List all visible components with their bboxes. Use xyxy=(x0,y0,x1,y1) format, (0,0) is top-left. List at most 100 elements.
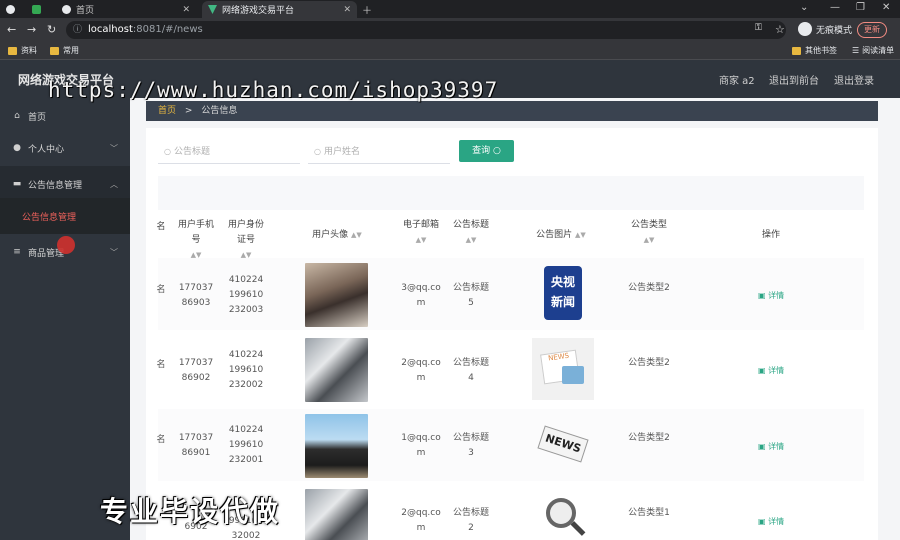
chevron-down-icon: ﹀ xyxy=(110,143,118,153)
sidebar-item-personal[interactable]: ● 个人中心 ﹀ xyxy=(0,130,130,166)
url-host: localhost xyxy=(88,24,133,35)
sort-icon[interactable]: ▲▼ xyxy=(644,236,655,244)
incognito-label: 无痕模式 xyxy=(816,25,853,36)
browser-tab-2[interactable] xyxy=(26,1,52,18)
forward-icon[interactable]: → xyxy=(27,23,36,36)
header-label: 公告图片 xyxy=(536,230,573,240)
search-placeholder: 用户姓名 xyxy=(323,147,360,157)
user-name-search-input[interactable]: ○ 用户姓名 xyxy=(308,140,450,164)
cell-email: 3@qq.com xyxy=(401,283,441,308)
detail-button[interactable]: ▣ 详情 xyxy=(758,516,784,527)
sort-icon[interactable]: ▲▼ xyxy=(466,236,477,244)
image-text: 新闻 xyxy=(550,295,575,309)
cell-phone: 17703786903 xyxy=(178,283,214,308)
restore-icon[interactable]: ❐ xyxy=(856,2,865,13)
window-close-icon[interactable]: ✕ xyxy=(882,2,890,13)
incognito-icon xyxy=(798,22,812,36)
column-header-image[interactable]: 公告图片 ▲▼ xyxy=(526,228,596,243)
detail-label: 详情 xyxy=(768,442,785,451)
browser-tabbar: 首页 ✕ 网络游戏交易平台 ✕ ＋ ⌄ — ❐ ✕ xyxy=(0,0,900,18)
info-icon: ⓘ xyxy=(73,25,83,35)
detail-icon: ▣ xyxy=(758,366,766,375)
notice-title-search-input[interactable]: ○ 公告标题 xyxy=(158,140,300,164)
cell-title: 公告标题2 xyxy=(452,508,489,533)
cursor-highlight xyxy=(57,236,75,254)
url-field[interactable]: ⓘ localhost:8081/#/news xyxy=(66,21,786,39)
bookmark-label: 其他书签 xyxy=(805,46,837,55)
new-tab-icon[interactable]: ＋ xyxy=(362,2,372,17)
query-button[interactable]: 查询 ○ xyxy=(459,140,514,162)
close-icon[interactable]: ✕ xyxy=(343,5,351,15)
bookmark-item[interactable]: 常用 xyxy=(50,45,79,56)
column-header-type[interactable]: 公告类型 ▲▼ xyxy=(624,218,674,248)
search-placeholder: 公告标题 xyxy=(173,147,210,157)
back-icon[interactable]: ← xyxy=(7,23,16,36)
column-header-title[interactable]: 公告标题 ▲▼ xyxy=(451,218,491,248)
header-label: 公告类型 xyxy=(630,220,667,230)
detail-button[interactable]: ▣ 详情 xyxy=(758,365,784,376)
search-icon: ○ xyxy=(493,146,501,156)
cell-idcard: 410224199610232001 xyxy=(228,425,264,465)
bookmark-label: 阅读清单 xyxy=(862,46,895,55)
browser-tab-active[interactable]: 网络游戏交易平台 ✕ xyxy=(202,1,357,18)
browser-tab-1[interactable] xyxy=(0,1,26,18)
header-label: 用户身份证号 xyxy=(227,220,264,245)
column-header-avatar[interactable]: 用户头像 ▲▼ xyxy=(306,228,368,243)
sort-icon[interactable]: ▲▼ xyxy=(351,231,362,239)
image-text: NEWS xyxy=(537,425,589,463)
detail-label: 详情 xyxy=(768,517,785,526)
column-header-name: 名 xyxy=(156,222,166,232)
bookmarks-bar: 资料 常用 其他书签 ☰ 阅读清单 xyxy=(0,42,900,60)
breadcrumb: 首页 > 公告信息 xyxy=(146,101,878,121)
watermark-url: https://www.huzhan.com/ishop39397 xyxy=(48,78,499,102)
column-header-phone[interactable]: 用户手机号 ▲▼ xyxy=(176,218,216,263)
chevron-down-icon[interactable]: ⌄ xyxy=(800,2,808,13)
minimize-icon[interactable]: — xyxy=(830,2,840,13)
column-header-email[interactable]: 电子邮箱 ▲▼ xyxy=(401,218,441,248)
header-label: 用户头像 xyxy=(312,230,349,240)
cell-name: 名 xyxy=(156,360,166,370)
detail-button[interactable]: ▣ 详情 xyxy=(758,441,784,452)
bookmark-item[interactable]: 其他书签 xyxy=(792,45,837,56)
bookmark-item[interactable]: 资料 xyxy=(8,45,37,56)
avatar-image xyxy=(305,263,368,327)
notice-icon: ▬ xyxy=(12,179,22,189)
incognito-indicator[interactable]: 无痕模式 xyxy=(798,22,852,36)
star-icon[interactable]: ☆ xyxy=(775,23,785,36)
browser-addressbar: ← → ↻ ⓘ localhost:8081/#/news ⚿ ☆ 无痕模式 更… xyxy=(0,18,900,42)
detail-icon: ▣ xyxy=(758,442,766,451)
cell-name: 名 xyxy=(156,435,166,445)
sidebar-item-label: 公告信息管理 xyxy=(28,180,83,191)
sidebar: ⌂ 首页 ● 个人中心 ﹀ ▬ 公告信息管理 ︿ 公告信息管理 ≡ 商品管理 ﹀ xyxy=(0,98,130,540)
vue-icon xyxy=(208,5,217,14)
list-icon: ≡ xyxy=(13,247,21,257)
cell-type: 公告类型2 xyxy=(628,433,670,443)
sort-icon[interactable]: ▲▼ xyxy=(575,231,586,239)
reading-list-icon: ☰ xyxy=(852,46,860,55)
browser-tab-home[interactable]: 首页 ✕ xyxy=(56,1,196,18)
cell-email: 2@qq.com xyxy=(401,358,441,383)
sidebar-item-notice[interactable]: ▬ 公告信息管理 ︿ xyxy=(0,166,130,202)
reload-icon[interactable]: ↻ xyxy=(47,23,56,36)
sort-icon[interactable]: ▲▼ xyxy=(416,236,427,244)
sidebar-subitem-notice-manage[interactable]: 公告信息管理 xyxy=(0,198,130,234)
column-header-idcard[interactable]: 用户身份证号 ▲▼ xyxy=(226,218,266,263)
news-illustration-image: NEWS xyxy=(532,338,594,400)
cell-name: 名 xyxy=(156,285,166,295)
header-label: 电子邮箱 xyxy=(402,220,439,230)
logout-link[interactable]: 退出登录 xyxy=(834,72,874,87)
cell-idcard: 410224199610232003 xyxy=(228,275,264,315)
sidebar-item-label: 首页 xyxy=(28,112,47,123)
sidebar-item-home[interactable]: ⌂ 首页 xyxy=(0,98,130,134)
merchant-account-link[interactable]: 商家 a2 xyxy=(719,72,755,87)
update-button[interactable]: 更新 xyxy=(857,22,887,38)
key-icon[interactable]: ⚿ xyxy=(755,23,762,33)
back-to-front-link[interactable]: 退出到前台 xyxy=(769,72,819,87)
breadcrumb-home[interactable]: 首页 xyxy=(158,106,176,116)
globe-icon xyxy=(62,5,71,14)
bookmark-label: 资料 xyxy=(21,46,37,55)
close-icon[interactable]: ✕ xyxy=(182,5,190,15)
bookmark-item[interactable]: ☰ 阅读清单 xyxy=(852,45,894,56)
detail-button[interactable]: ▣ 详情 xyxy=(758,290,784,301)
cctv-news-image: 央视 新闻 xyxy=(532,262,594,324)
